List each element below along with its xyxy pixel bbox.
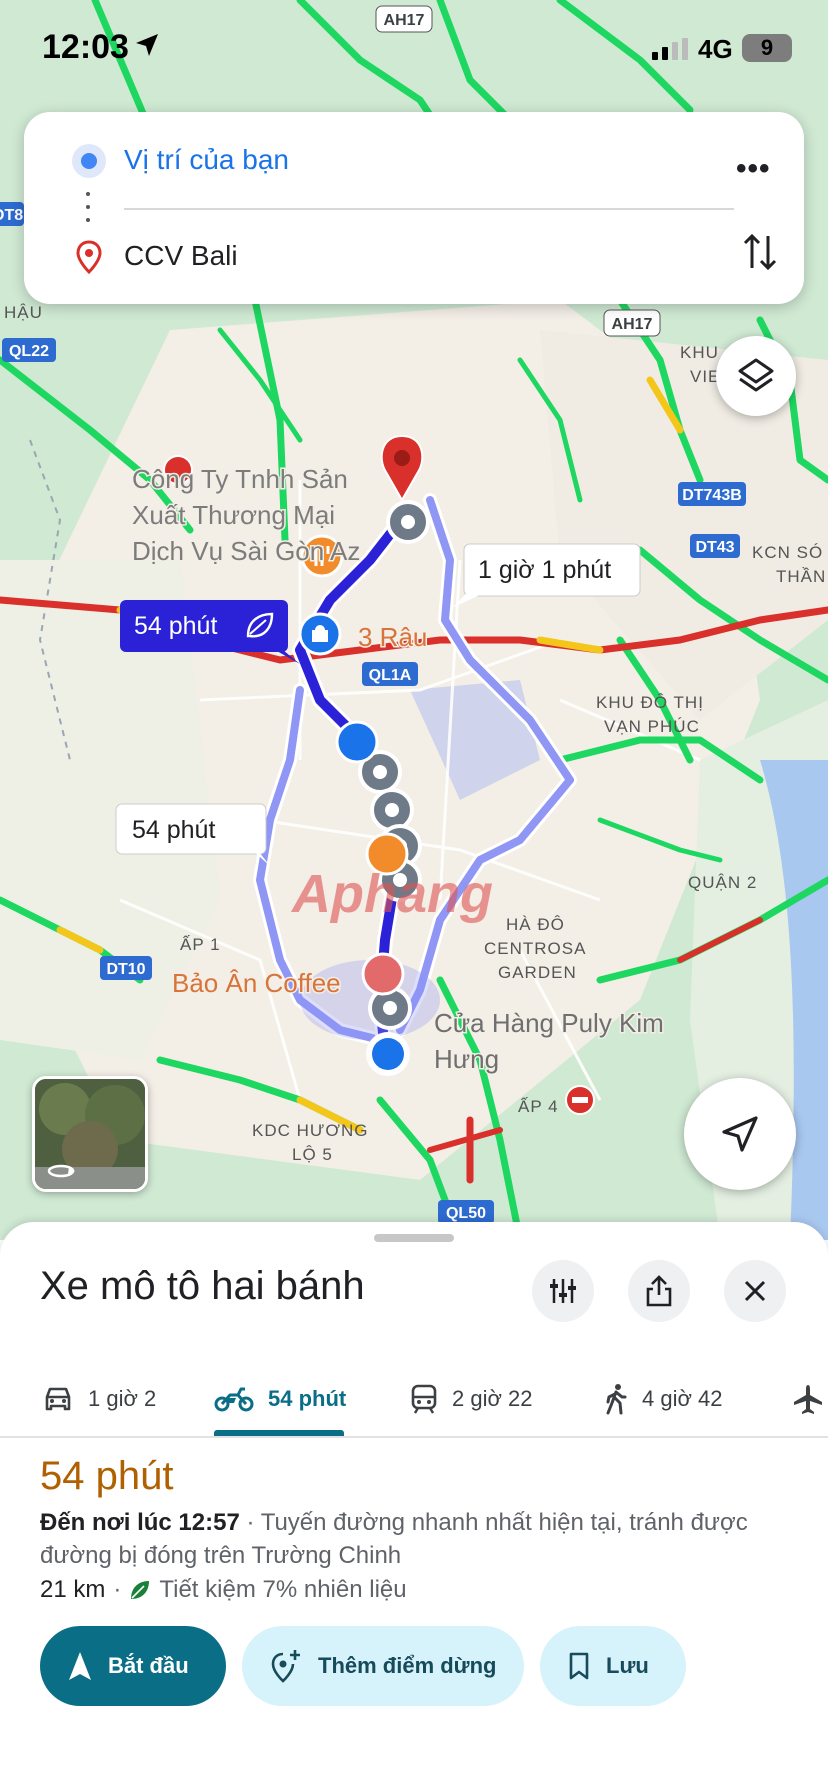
- origin-field[interactable]: Vị trí của bạn: [124, 144, 289, 176]
- area-ha-do: HÀ ĐÔ: [506, 915, 565, 934]
- route-distance: 21 km: [40, 1576, 106, 1603]
- place-bao-an-coffee: Bảo Ân Coffee: [172, 968, 341, 998]
- share-icon: [646, 1275, 672, 1307]
- tab-car[interactable]: 1 giờ 2: [42, 1362, 156, 1436]
- status-time: 12:03: [42, 28, 129, 66]
- watermark: Aphang: [290, 864, 493, 924]
- recenter-button[interactable]: [684, 1078, 796, 1190]
- route-dots-icon: [86, 192, 91, 231]
- separator-dot: ·: [113, 1576, 122, 1603]
- area-quan-2: QUẬN 2: [688, 873, 757, 892]
- tab-motorbike[interactable]: 54 phút: [214, 1362, 346, 1436]
- add-stop-label: Thêm điểm dừng: [318, 1653, 497, 1678]
- shield-ql50: QL50: [446, 1205, 486, 1222]
- tab-transit[interactable]: 2 giờ 22: [410, 1362, 532, 1436]
- travel-mode-tabs: 1 giờ 2 54 phút 2 giờ 22 4 giờ 42: [0, 1362, 828, 1436]
- distance-row: 21 km · Tiết kiệm 7% nhiên liệu: [40, 1576, 407, 1604]
- area-khu-do-thi: KHU ĐÔ THỊ: [596, 693, 704, 712]
- directions-sheet: Xe mô tô hai bánh 1 giờ 2 54 phút 2 giờ …: [0, 1222, 828, 1792]
- street-view-thumbnail[interactable]: [32, 1076, 148, 1192]
- origin-dot-icon: [72, 144, 106, 178]
- network-type: 4G: [698, 34, 733, 64]
- callout-selected-text: 54 phút: [134, 612, 217, 640]
- tab-walk[interactable]: 4 giờ 42: [604, 1362, 722, 1436]
- close-icon: [744, 1280, 766, 1302]
- area-ap-1: ẤP 1: [180, 935, 221, 954]
- shield-ql1a: QL1A: [369, 667, 412, 684]
- sliders-icon: [550, 1279, 576, 1303]
- shield-ql22: QL22: [9, 343, 49, 360]
- area-ap-4: ẤP 4: [518, 1097, 559, 1116]
- area-garden: GARDEN: [498, 963, 577, 982]
- car-icon: [45, 1387, 71, 1411]
- area-khu-vie-1: KHU: [680, 343, 719, 362]
- destination-field[interactable]: CCV Bali: [124, 240, 238, 272]
- plane-icon: [794, 1385, 822, 1414]
- cellular-signal-icon: [652, 38, 688, 60]
- tabs-divider: [0, 1436, 828, 1438]
- sheet-drag-handle[interactable]: [374, 1234, 454, 1242]
- save-button[interactable]: Lưu: [540, 1626, 686, 1706]
- destination-pin-icon: [76, 240, 102, 274]
- place-3-rau: 3 Râu: [358, 622, 427, 652]
- share-button[interactable]: [628, 1260, 690, 1322]
- start-button-label: Bắt đầu: [108, 1653, 189, 1678]
- layers-button[interactable]: [716, 336, 796, 416]
- save-button-label: Lưu: [606, 1653, 649, 1678]
- area-centrosa: CENTROSA: [484, 939, 586, 958]
- place-company-line3: Dịch Vụ Sài Gòn Az: [132, 536, 360, 566]
- navigation-start-icon: [69, 1652, 91, 1680]
- navigation-arrow-icon: [722, 1116, 758, 1152]
- battery-indicator: 9: [742, 34, 792, 62]
- arrival-time: Đến nơi lúc 12:57: [40, 1509, 240, 1536]
- place-company-line2: Xuất Thương Mại: [132, 500, 335, 530]
- tab-flight[interactable]: [792, 1362, 824, 1436]
- place-shop-line2: Hưng: [434, 1044, 499, 1074]
- place-company-line1: Công Ty Tnhh Sản: [132, 464, 348, 494]
- shield-dt8: DT8: [0, 207, 23, 224]
- area-van-phuc: VẠN PHÚC: [604, 717, 700, 736]
- status-bar: 12:03 4G 9: [0, 0, 828, 100]
- walk-icon: [606, 1384, 627, 1415]
- directions-card: Vị trí của bạn CCV Bali •••: [24, 112, 804, 304]
- tab-motorbike-label: 54 phút: [268, 1386, 347, 1411]
- close-button[interactable]: [724, 1260, 786, 1322]
- route-duration: 54 phút: [40, 1454, 174, 1498]
- callout-alt-1-text: 1 giờ 1 phút: [478, 556, 611, 584]
- route-summary: Đến nơi lúc 12:57 · Tuyến đường nhanh nh…: [40, 1506, 790, 1572]
- tab-walk-label: 4 giờ 42: [642, 1386, 723, 1411]
- shield-dt43: DT43: [695, 539, 734, 556]
- travel-mode-title: Xe mô tô hai bánh: [40, 1264, 365, 1308]
- layers-icon: [738, 358, 774, 392]
- area-lo-5: LỘ 5: [292, 1145, 333, 1164]
- bookmark-icon: [569, 1652, 589, 1680]
- shield-dt10: DT10: [106, 961, 145, 978]
- current-location-dot: [366, 1032, 410, 1076]
- fuel-savings: Tiết kiệm 7% nhiên liệu: [159, 1576, 407, 1603]
- place-shop-line1: Cửa Hàng Puly Kim: [434, 1008, 664, 1038]
- callout-alt-2-text: 54 phút: [132, 816, 215, 844]
- area-hau: HẬU: [4, 303, 43, 322]
- location-arrow-icon: [136, 34, 158, 56]
- area-kdc-huong: KDC HƯƠNG: [252, 1121, 369, 1140]
- add-stop-icon: [271, 1650, 300, 1683]
- area-kcn: KCN SÓ: [752, 543, 823, 562]
- start-button[interactable]: Bắt đầu: [40, 1626, 226, 1706]
- area-than: THẦN: [776, 567, 826, 586]
- shield-ah17-mid: AH17: [612, 316, 653, 333]
- motorbike-icon: [214, 1387, 254, 1412]
- field-divider: [124, 208, 734, 210]
- swap-direction-icon[interactable]: [742, 230, 778, 274]
- transit-icon: [411, 1384, 437, 1414]
- route-options-button[interactable]: [532, 1260, 594, 1322]
- tab-transit-label: 2 giờ 22: [452, 1386, 533, 1411]
- tab-car-label: 1 giờ 2: [88, 1386, 157, 1411]
- eco-leaf-icon: [131, 1581, 150, 1599]
- more-options-icon[interactable]: •••: [736, 152, 771, 186]
- shield-dt743b: DT743B: [682, 487, 742, 504]
- add-stop-button[interactable]: Thêm điểm dừng: [242, 1626, 524, 1706]
